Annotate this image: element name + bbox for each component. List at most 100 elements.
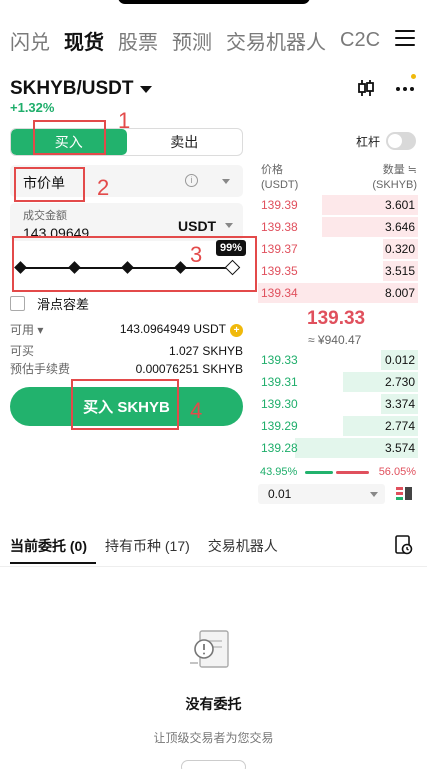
- nav-tab-trading-bots[interactable]: 交易机器人: [226, 26, 326, 55]
- nav-tab-flash-swap[interactable]: 闪兑: [10, 26, 50, 55]
- chevron-down-icon: [225, 223, 233, 228]
- ask-price: 139.39: [261, 198, 298, 212]
- divider: [0, 566, 427, 567]
- empty-title: 没有委托: [185, 696, 242, 712]
- bid-qty: 2.774: [384, 419, 415, 433]
- ask-qty: 0.320: [384, 242, 415, 256]
- depth-value: 0.01: [268, 487, 292, 501]
- chevron-down-icon: [222, 179, 230, 184]
- ask-qty: 8.007: [384, 286, 415, 300]
- nav-tab-stocks[interactable]: 股票: [118, 26, 158, 55]
- buy-sell-ratio: 43.95% 56.05%: [258, 464, 418, 480]
- fee-label: 预估手续费: [10, 362, 71, 376]
- nav-tab-spot[interactable]: 现货: [64, 26, 104, 55]
- fee-row: 预估手续费 0.00076251 SKHYB: [10, 360, 243, 377]
- more-options-icon[interactable]: [394, 74, 416, 96]
- nav-tab-c2c[interactable]: C2C: [340, 29, 380, 52]
- ask-price: 139.35: [261, 264, 298, 278]
- ask-price: 139.38: [261, 220, 298, 234]
- price-change: +1.32%: [10, 100, 55, 115]
- pair-name: SKHYB/USDT: [10, 78, 134, 99]
- annotation-box-3: [12, 236, 257, 292]
- add-funds-icon[interactable]: +: [230, 324, 243, 337]
- bid-qty: 3.374: [384, 397, 415, 411]
- available-row: 可用 ▾ 143.0964949 USDT +: [10, 321, 243, 338]
- bid-price: 139.31: [261, 375, 298, 389]
- price-header: 价格 (USDT): [261, 164, 299, 191]
- ask-row[interactable]: 139.38 3.646: [258, 217, 418, 237]
- nav-tab-prediction[interactable]: 预测: [172, 26, 212, 55]
- bid-qty: 2.730: [384, 375, 415, 389]
- annotation-number-3: 3: [190, 242, 203, 267]
- tab-open-orders[interactable]: 当前委托 (0): [10, 536, 87, 558]
- annotation-number-1: 1: [118, 108, 131, 133]
- ask-qty: 3.601: [384, 198, 415, 212]
- ask-row[interactable]: 139.37 0.320: [258, 239, 418, 259]
- bid-row[interactable]: 139.30 3.374: [258, 394, 418, 414]
- annotation-box-2: [14, 167, 85, 202]
- bid-row[interactable]: 139.33 0.012: [258, 350, 418, 370]
- info-icon[interactable]: i: [185, 174, 198, 187]
- notification-dot-icon: [411, 74, 416, 79]
- ask-row[interactable]: 139.34 8.007: [258, 283, 418, 303]
- trading-pair-selector[interactable]: SKHYB/USDT: [10, 78, 152, 100]
- leverage-toggle[interactable]: [386, 132, 417, 150]
- bid-qty: 3.574: [384, 441, 415, 455]
- tab-trading-bots[interactable]: 交易机器人: [208, 536, 278, 558]
- orders-tabs: 当前委托 (0) 持有币种 (17) 交易机器人: [10, 536, 296, 558]
- annotation-box-1: [33, 120, 106, 155]
- amount-placeholder: 成交金额: [23, 210, 67, 222]
- fee-value: 0.00076251 SKHYB: [135, 361, 243, 376]
- bid-price: 139.29: [261, 419, 298, 433]
- bid-qty: 0.012: [384, 353, 415, 367]
- ask-qty: 3.515: [384, 264, 415, 278]
- ask-qty: 3.646: [384, 220, 415, 234]
- amount-unit-selector[interactable]: USDT: [178, 218, 216, 234]
- ask-row[interactable]: 139.39 3.601: [258, 195, 418, 215]
- order-history-icon[interactable]: [395, 535, 413, 555]
- chevron-down-icon: [139, 85, 152, 93]
- orderbook-layout-icon[interactable]: [395, 485, 413, 503]
- bid-row[interactable]: 139.28 3.574: [258, 438, 418, 458]
- empty-subtitle: 让顶级交易者为您交易: [153, 731, 274, 745]
- depth-precision-select[interactable]: 0.01: [258, 484, 385, 504]
- slippage-label: 滑点容差: [37, 297, 90, 312]
- sell-ratio-bar: [336, 471, 369, 474]
- active-tab-indicator: [10, 562, 96, 564]
- copy-trading-button[interactable]: [181, 760, 246, 769]
- annotation-box-4: [71, 379, 179, 430]
- qty-header[interactable]: 数量 ≒ (SKHYB): [372, 163, 417, 193]
- leverage-label: 杠杆: [356, 134, 381, 149]
- sell-tab[interactable]: 卖出: [127, 129, 243, 155]
- can-buy-value: 1.027 SKHYB: [168, 343, 243, 358]
- tab-holdings[interactable]: 持有币种 (17): [105, 536, 190, 558]
- chevron-down-icon: [370, 492, 378, 497]
- can-buy-label: 可买: [10, 344, 35, 358]
- sell-ratio: 56.05%: [378, 466, 416, 478]
- annotation-number-4: 4: [190, 398, 203, 423]
- candlestick-chart-icon[interactable]: [357, 79, 375, 97]
- slippage-checkbox[interactable]: [10, 296, 25, 311]
- last-price: 139.33: [307, 308, 366, 329]
- bid-row[interactable]: 139.29 2.774: [258, 416, 418, 436]
- bid-price: 139.28: [261, 441, 298, 455]
- hamburger-menu-icon[interactable]: [395, 30, 415, 46]
- bid-price: 139.30: [261, 397, 298, 411]
- empty-orders-icon: [190, 630, 229, 668]
- buy-ratio: 43.95%: [260, 466, 298, 478]
- available-label[interactable]: 可用 ▾: [10, 321, 43, 338]
- top-nav: 闪兑 现货 股票 预测 交易机器人 C2C: [10, 25, 394, 55]
- slippage-option[interactable]: 滑点容差: [10, 294, 89, 313]
- can-buy-row: 可买 1.027 SKHYB: [10, 342, 243, 359]
- available-value: 143.0964949 USDT: [119, 322, 226, 336]
- device-notch: [118, 0, 310, 4]
- last-price-fiat: ≈ ¥940.47: [308, 333, 362, 347]
- bid-row[interactable]: 139.31 2.730: [258, 372, 418, 392]
- ask-row[interactable]: 139.35 3.515: [258, 261, 418, 281]
- bid-price: 139.33: [261, 353, 298, 367]
- leverage-control: 杠杆: [356, 132, 417, 150]
- buy-ratio-bar: [305, 471, 333, 474]
- ask-price: 139.34: [261, 286, 298, 300]
- ask-price: 139.37: [261, 242, 298, 256]
- annotation-number-2: 2: [97, 175, 110, 200]
